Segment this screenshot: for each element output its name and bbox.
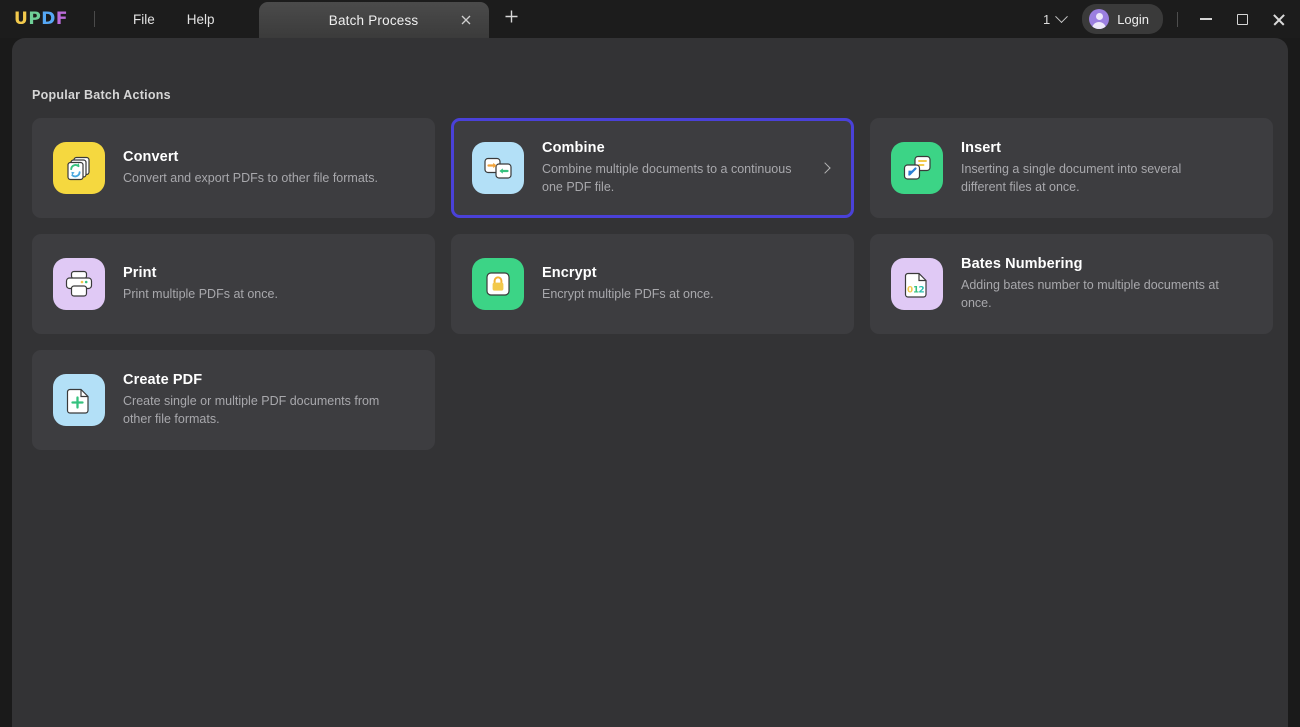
card-text-print: Print Print multiple PDFs at once.: [123, 265, 414, 304]
bates-numbering-icon: 0 1 2: [891, 258, 943, 310]
card-desc-convert: Convert and export PDFs to other file fo…: [123, 170, 378, 185]
card-desc-print: Print multiple PDFs at once.: [123, 286, 278, 301]
window-close-button[interactable]: [1260, 4, 1296, 34]
logo-letter-f: F: [55, 9, 69, 29]
card-text-convert: Convert Convert and export PDFs to other…: [123, 149, 414, 188]
batch-card-combine[interactable]: Combine Combine multiple documents to a …: [451, 118, 854, 218]
card-text-combine: Combine Combine multiple documents to a …: [542, 140, 811, 197]
batch-process-panel: Popular Batch Actions Convert Convert an…: [12, 38, 1288, 727]
batch-card-print[interactable]: Print Print multiple PDFs at once.: [32, 234, 435, 334]
card-desc-create-pdf: Create single or multiple PDF documents …: [123, 393, 380, 426]
card-text-bates-numbering: Bates Numbering Adding bates number to m…: [961, 256, 1252, 313]
card-title-combine: Combine: [542, 139, 605, 156]
card-text-create-pdf: Create PDF Create single or multiple PDF…: [123, 372, 414, 429]
chevron-right-icon[interactable]: [817, 162, 833, 174]
login-button[interactable]: Login: [1082, 4, 1163, 34]
card-title-insert: Insert: [961, 139, 1002, 156]
logo-letter-d: D: [41, 9, 56, 29]
batch-card-bates-numbering[interactable]: 0 1 2 Bates Numbering Adding bates numbe…: [870, 234, 1273, 334]
batch-card-insert[interactable]: Insert Inserting a single document into …: [870, 118, 1273, 218]
card-desc-insert: Inserting a single document into several…: [961, 161, 1182, 194]
create-pdf-icon: [53, 374, 105, 426]
close-icon: [1272, 13, 1285, 26]
new-tab-plus-icon[interactable]: [489, 8, 534, 29]
card-desc-bates-numbering: Adding bates number to multiple document…: [961, 277, 1219, 310]
card-title-convert: Convert: [123, 148, 179, 165]
encrypt-icon: [472, 258, 524, 310]
menu-help[interactable]: Help: [171, 6, 231, 33]
logo-letter-u: U: [14, 9, 29, 29]
convert-icon: [53, 142, 105, 194]
maximize-icon: [1236, 13, 1248, 25]
tab-label: Batch Process: [328, 12, 419, 28]
batch-card-convert[interactable]: Convert Convert and export PDFs to other…: [32, 118, 435, 218]
print-icon: [53, 258, 105, 310]
batch-card-encrypt[interactable]: Encrypt Encrypt multiple PDFs at once.: [451, 234, 854, 334]
tab-close-icon[interactable]: [457, 11, 475, 29]
avatar-icon: [1089, 9, 1110, 29]
batch-card-create-pdf[interactable]: Create PDF Create single or multiple PDF…: [32, 350, 435, 450]
logo-letter-p: P: [28, 9, 42, 29]
window-controls-divider: [1177, 11, 1178, 27]
page-count-dropdown[interactable]: 1: [1035, 8, 1074, 31]
section-title-popular-batch-actions: Popular Batch Actions: [32, 88, 171, 102]
card-title-print: Print: [123, 264, 157, 281]
titlebar-right-group: 1 Login: [1035, 0, 1300, 38]
window-maximize-button[interactable]: [1224, 4, 1260, 34]
card-title-create-pdf: Create PDF: [123, 371, 203, 388]
login-label: Login: [1117, 11, 1149, 27]
chevron-down-icon: [1055, 9, 1069, 23]
card-desc-combine: Combine multiple documents to a continuo…: [542, 161, 792, 194]
combine-icon: [472, 142, 524, 194]
page-count-value: 1: [1042, 11, 1051, 27]
titlebar: U P D F File Help Batch Process 1 Login: [0, 0, 1300, 38]
titlebar-left-group: U P D F File Help: [0, 0, 231, 38]
batch-actions-grid: Convert Convert and export PDFs to other…: [32, 118, 1288, 450]
card-desc-encrypt: Encrypt multiple PDFs at once.: [542, 286, 714, 301]
updf-logo: U P D F: [14, 9, 68, 29]
menu-file[interactable]: File: [117, 6, 171, 33]
minimize-icon: [1200, 18, 1212, 20]
window-minimize-button[interactable]: [1188, 4, 1224, 34]
card-text-insert: Insert Inserting a single document into …: [961, 140, 1252, 197]
card-title-bates-numbering: Bates Numbering: [961, 255, 1083, 272]
card-title-encrypt: Encrypt: [542, 264, 597, 281]
titlebar-divider: [94, 11, 96, 27]
insert-icon: [891, 142, 943, 194]
card-text-encrypt: Encrypt Encrypt multiple PDFs at once.: [542, 265, 833, 304]
tab-batch-process[interactable]: Batch Process: [258, 2, 489, 38]
tab-strip: Batch Process: [258, 0, 534, 38]
svg-text:2: 2: [919, 286, 925, 296]
